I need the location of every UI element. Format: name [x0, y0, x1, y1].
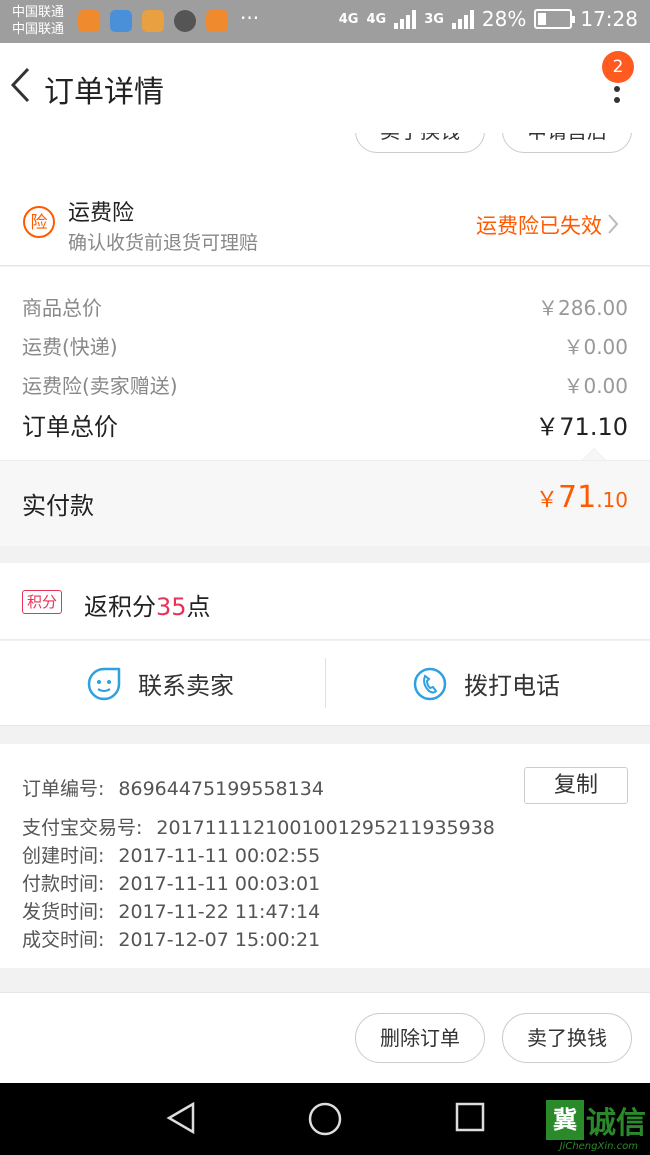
price-label: 运费险(卖家赠送): [22, 374, 178, 398]
watermark-text: 诚信: [586, 1106, 646, 1141]
call-phone-label: 拨打电话: [464, 672, 560, 700]
actual-paid-label: 实付款: [22, 492, 94, 520]
status-bar: 中国联通 中国联通 ··· 4G 4G 3G 28% 17:28: [0, 0, 650, 43]
info-value: 2017-11-11 00:02:55: [118, 845, 321, 867]
delete-order-button[interactable]: 删除订单: [355, 1013, 485, 1063]
paid-time-row: 付款时间: 2017-11-11 00:03:01: [22, 869, 320, 896]
insurance-status[interactable]: 运费险已失效: [476, 210, 602, 240]
created-time-row: 创建时间: 2017-11-11 00:02:55: [22, 841, 320, 868]
info-key: 付款时间:: [22, 873, 105, 895]
uc-browser-icon: [78, 10, 100, 32]
price-row-shipping: 运费(快递) ￥0.00: [22, 331, 628, 360]
battery-icon: [534, 9, 576, 29]
contact-divider: [325, 658, 326, 708]
shipped-time-row: 发货时间: 2017-11-22 11:47:14: [22, 897, 320, 924]
health-app-icon: [110, 10, 132, 32]
contact-seller-button[interactable]: 联系卖家: [86, 641, 234, 726]
price-value: ￥286.00: [538, 296, 628, 320]
points-suffix: 点: [186, 593, 211, 621]
page-title: 订单详情: [44, 75, 164, 110]
order-total-label: 订单总价: [22, 413, 118, 441]
insurance-title: 运费险: [68, 201, 135, 226]
actual-paid-value: ￥71.10: [536, 480, 628, 515]
notification-badge: 2: [602, 51, 634, 83]
uc-browser-icon-2: [206, 10, 228, 32]
signal-icon: [394, 9, 417, 29]
phone-icon: [413, 667, 447, 700]
currency-symbol: ￥: [535, 488, 558, 513]
call-phone-button[interactable]: 拨打电话: [412, 641, 560, 726]
price-row-insurance: 运费险(卖家赠送) ￥0.00: [22, 370, 628, 399]
nav-home-icon[interactable]: [307, 1101, 343, 1137]
info-key: 创建时间:: [22, 845, 105, 867]
insurance-subtitle: 确认收货前退货可理赔: [68, 232, 259, 254]
watermark-logo: 冀: [546, 1100, 584, 1140]
info-value: 2017-12-07 15:00:21: [118, 929, 321, 951]
network-type-1: 4G: [338, 11, 359, 27]
wallet-app-icon: [142, 10, 164, 32]
app-header: 订单详情 2: [0, 43, 650, 133]
info-key: 支付宝交易号:: [22, 817, 143, 839]
avatar-notification-icon: [174, 10, 196, 32]
bottom-action-bar: 删除订单 卖了换钱: [0, 992, 650, 1083]
info-value: 86964475199558134: [118, 778, 324, 800]
contact-seller-label: 联系卖家: [138, 672, 234, 700]
carrier-1: 中国联通: [12, 5, 65, 20]
carrier-info: 中国联通 中国联通: [12, 4, 64, 38]
price-label: 商品总价: [22, 296, 102, 320]
points-tag: 积分: [22, 590, 63, 614]
chat-face-icon: [87, 667, 121, 700]
carrier-2: 中国联通: [12, 22, 65, 37]
more-notifications-icon: ···: [240, 6, 260, 30]
points-prefix: 返积分: [84, 593, 156, 621]
back-arrow-icon[interactable]: [8, 65, 34, 105]
order-total-row: 订单总价 ￥71.10: [22, 407, 628, 442]
order-total-value: ￥71.10: [535, 413, 628, 441]
sell-for-cash-button-top[interactable]: 卖了换钱: [355, 133, 485, 153]
paid-integer: 71: [558, 480, 597, 515]
info-key: 订单编号:: [22, 778, 105, 800]
notification-icons: ···: [78, 6, 260, 32]
completed-time-row: 成交时间: 2017-12-07 15:00:21: [22, 925, 320, 952]
price-row-goods: 商品总价 ￥286.00: [22, 292, 628, 321]
nav-back-icon[interactable]: [165, 1101, 197, 1135]
network-type-2: 4G: [366, 11, 387, 27]
battery-percent: 28%: [481, 7, 527, 31]
price-label: 运费(快递): [22, 335, 118, 359]
info-value: 2017-11-11 00:03:01: [118, 873, 321, 895]
info-value: 2017-11-22 11:47:14: [118, 901, 321, 923]
info-key: 成交时间:: [22, 929, 105, 951]
info-value: 2017111121001001295211935938: [156, 817, 495, 839]
watermark: 冀 诚信: [546, 1098, 646, 1142]
paid-notch: [582, 448, 606, 460]
apply-after-sale-button[interactable]: 申请售后: [502, 133, 632, 153]
paid-decimal: .10: [596, 488, 628, 512]
top-action-bar: 卖了换钱 申请售后: [0, 133, 650, 173]
info-key: 发货时间:: [22, 901, 105, 923]
chevron-right-icon: [608, 214, 619, 234]
system-indicators: 4G 4G 3G 28% 17:28: [339, 7, 638, 31]
insurance-icon: 险: [23, 206, 55, 238]
clock: 17:28: [580, 7, 638, 31]
price-value: ￥0.00: [563, 374, 628, 398]
order-number-row: 订单编号: 86964475199558134: [22, 774, 324, 801]
signal-icon-2: [451, 9, 474, 29]
watermark-url: JiChengXin.com: [559, 1141, 638, 1152]
alipay-trade-row: 支付宝交易号: 2017111121001001295211935938: [22, 813, 495, 840]
svg-text:险: 险: [31, 213, 48, 233]
price-value: ￥0.00: [563, 335, 628, 359]
nav-recents-icon[interactable]: [454, 1101, 486, 1133]
points-number: 35: [156, 593, 187, 621]
copy-button[interactable]: 复制: [524, 767, 628, 804]
sell-for-cash-button[interactable]: 卖了换钱: [502, 1013, 632, 1063]
points-text: 返积分35点: [84, 587, 211, 622]
network-type-3: 3G: [424, 11, 444, 27]
